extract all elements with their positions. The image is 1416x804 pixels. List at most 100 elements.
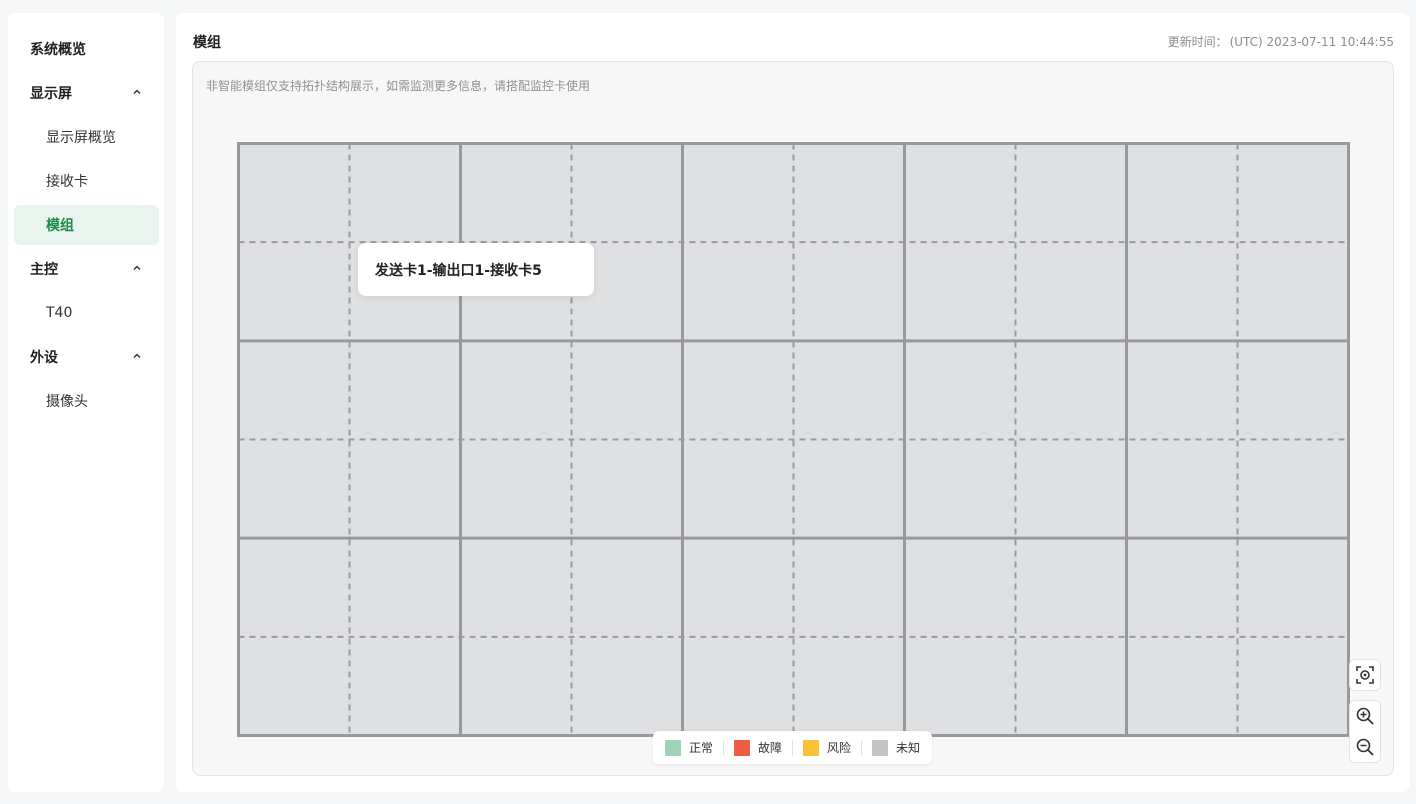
module-cell[interactable]: [460, 340, 572, 440]
module-cell[interactable]: [571, 340, 683, 440]
module-cell[interactable]: [1126, 636, 1238, 736]
sidebar-group-peripherals[interactable]: 外设: [14, 337, 159, 377]
module-cell[interactable]: [1237, 143, 1349, 243]
module-cell[interactable]: [238, 143, 350, 243]
module-cell[interactable]: [904, 340, 1016, 440]
module-cell[interactable]: [460, 143, 572, 243]
module-cell[interactable]: [571, 538, 683, 637]
module-cell[interactable]: [1015, 143, 1127, 243]
module-cell[interactable]: [793, 538, 905, 637]
sidebar-item-display-overview[interactable]: 显示屏概览: [14, 117, 159, 157]
chevron-up-icon: [133, 352, 141, 360]
sidebar-item-receiving-card[interactable]: 接收卡: [14, 161, 159, 201]
module-cell[interactable]: [460, 636, 572, 736]
module-cell[interactable]: [1237, 538, 1349, 637]
update-time-label: 更新时间：: [1167, 35, 1228, 49]
tooltip-text: 发送卡1-输出口1-接收卡5: [375, 262, 542, 279]
module-cell[interactable]: [238, 538, 350, 637]
module-cell[interactable]: [571, 143, 683, 243]
sidebar-group-controller[interactable]: 主控: [14, 249, 159, 289]
module-cell[interactable]: [238, 242, 350, 341]
module-cell[interactable]: [904, 636, 1016, 736]
legend-item-risk: 风险: [803, 739, 851, 756]
module-cell[interactable]: [793, 242, 905, 341]
zoom-in-icon[interactable]: [1350, 701, 1380, 731]
legend-swatch: [803, 739, 820, 756]
status-legend: 正常 故障 风险 未知: [653, 731, 933, 764]
sidebar-item-label: 模组: [46, 218, 74, 234]
module-cell[interactable]: [460, 538, 572, 637]
module-cell[interactable]: [349, 143, 461, 243]
sidebar-item-camera[interactable]: 摄像头: [14, 381, 159, 421]
legend-item-normal: 正常: [665, 739, 713, 756]
legend-divider: [723, 739, 725, 756]
hint-text: 非智能模组仅支持拓扑结构展示，如需监测更多信息，请搭配监控卡使用: [206, 79, 591, 93]
module-cell[interactable]: [682, 439, 794, 539]
module-cell[interactable]: [682, 242, 794, 341]
sidebar-group-label: 主控: [30, 262, 58, 278]
module-cell[interactable]: [904, 439, 1016, 539]
main-panel: 模组 更新时间： (UTC) 2023-07-11 10:44:55 非智能模组仅…: [176, 13, 1410, 792]
module-cell[interactable]: [571, 439, 683, 539]
module-cell[interactable]: [904, 143, 1016, 243]
module-tooltip: 发送卡1-输出口1-接收卡5: [358, 243, 594, 296]
module-cell[interactable]: [1237, 636, 1349, 736]
sidebar-item-t40[interactable]: T40: [14, 293, 159, 333]
module-cell[interactable]: [682, 340, 794, 440]
module-grid[interactable]: [237, 142, 1350, 737]
legend-item-fault: 故障: [734, 739, 782, 756]
legend-label: 未知: [896, 741, 921, 755]
module-cell[interactable]: [1015, 340, 1127, 440]
legend-item-unknown: 未知: [872, 739, 920, 756]
module-cell[interactable]: [349, 538, 461, 637]
module-cell[interactable]: [1126, 143, 1238, 243]
module-cell[interactable]: [1237, 242, 1349, 341]
module-cell[interactable]: [1126, 538, 1238, 637]
target-icon[interactable]: [1350, 660, 1380, 690]
legend-label: 正常: [689, 741, 714, 755]
module-cell[interactable]: [349, 340, 461, 440]
legend-swatch: [872, 739, 889, 756]
chevron-up-icon: [133, 264, 141, 272]
module-grid-svg[interactable]: [237, 142, 1350, 737]
module-topology-canvas[interactable]: 非智能模组仅支持拓扑结构展示，如需监测更多信息，请搭配监控卡使用 发送卡1-输出…: [192, 61, 1394, 776]
module-cell[interactable]: [571, 636, 683, 736]
page-title: 模组: [193, 35, 221, 51]
module-cell[interactable]: [1015, 242, 1127, 341]
locate-button[interactable]: [1349, 659, 1381, 691]
module-cell[interactable]: [904, 538, 1016, 637]
module-cell[interactable]: [682, 538, 794, 637]
legend-divider: [792, 739, 794, 756]
module-cell[interactable]: [349, 439, 461, 539]
module-cell[interactable]: [904, 242, 1016, 341]
module-cell[interactable]: [793, 439, 905, 539]
module-cell[interactable]: [460, 439, 572, 539]
module-cell[interactable]: [1126, 439, 1238, 539]
module-cell[interactable]: [793, 143, 905, 243]
module-cell[interactable]: [1015, 439, 1127, 539]
module-cell[interactable]: [1126, 242, 1238, 341]
legend-swatch: [665, 739, 681, 756]
module-cell[interactable]: [238, 636, 350, 736]
sidebar-group-label: 显示屏: [30, 86, 72, 102]
module-cell[interactable]: [682, 143, 794, 243]
module-cell[interactable]: [1015, 538, 1127, 637]
module-cell[interactable]: [349, 636, 461, 736]
module-cell[interactable]: [793, 340, 905, 440]
zoom-out-icon[interactable]: [1350, 732, 1380, 762]
sidebar-group-display[interactable]: 显示屏: [14, 73, 159, 113]
sidebar: 系统概览 显示屏 显示屏概览 接收卡 模组 主控 T40 外设 摄像头: [8, 13, 164, 792]
module-cell[interactable]: [1015, 636, 1127, 736]
update-time: 更新时间： (UTC) 2023-07-11 10:44:55: [1166, 33, 1394, 50]
module-cell[interactable]: [793, 636, 905, 736]
sidebar-item-label: T40: [46, 305, 73, 321]
module-cell[interactable]: [1237, 439, 1349, 539]
module-cell[interactable]: [238, 439, 350, 539]
sidebar-item-module[interactable]: 模组: [14, 205, 159, 245]
module-cell[interactable]: [238, 340, 350, 440]
module-cell[interactable]: [1126, 340, 1238, 440]
sidebar-item-system-overview[interactable]: 系统概览: [14, 29, 159, 69]
module-cell[interactable]: [1237, 340, 1349, 440]
legend-label: 风险: [827, 741, 852, 755]
module-cell[interactable]: [682, 636, 794, 736]
